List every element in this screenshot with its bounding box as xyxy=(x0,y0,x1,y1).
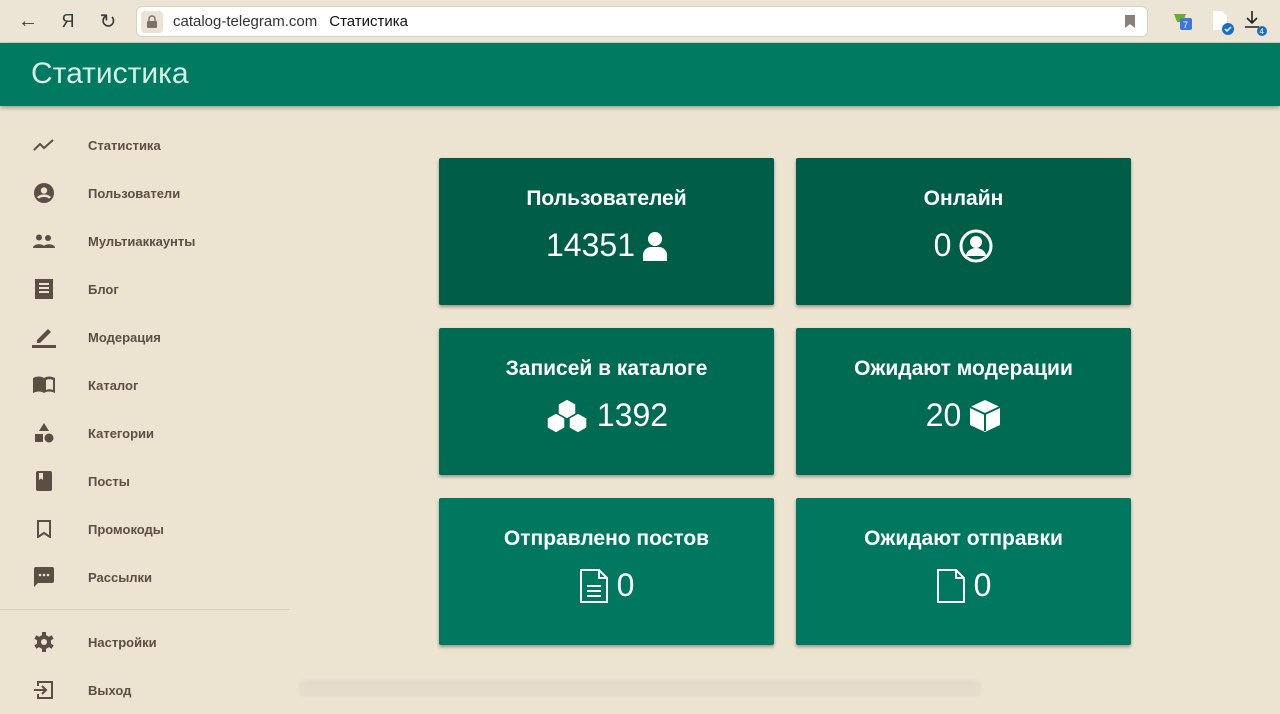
sidebar-item-categories[interactable]: Категории xyxy=(0,409,290,457)
downloads-icon[interactable]: 4 xyxy=(1244,10,1267,36)
svg-text:4: 4 xyxy=(1260,27,1265,36)
sidebar-item-label: Промокоды xyxy=(88,521,164,537)
sidebar-item-catalog[interactable]: Каталог xyxy=(0,361,290,409)
card-value: 0 xyxy=(933,227,952,263)
stat-card-users: Пользователей 14351 xyxy=(439,158,774,305)
card-value: 0 xyxy=(973,567,992,603)
cubes-icon xyxy=(546,397,588,434)
sidebar-item-label: Пользователи xyxy=(88,185,181,201)
card-title: Отправлено постов xyxy=(503,527,710,550)
sidebar-item-settings[interactable]: Настройки xyxy=(0,618,290,666)
sidebar-item-mailings[interactable]: Рассылки xyxy=(0,553,290,601)
sidebar-item-multiaccounts[interactable]: Мультиаккаунты xyxy=(0,217,290,265)
sidebar-item-logout[interactable]: Выход xyxy=(0,666,290,714)
gear-icon xyxy=(32,630,56,654)
lock-icon xyxy=(141,10,163,33)
edit-icon xyxy=(32,325,56,349)
file-text-icon xyxy=(579,568,608,603)
stat-card-online: Онлайн 0 xyxy=(796,158,1131,305)
sidebar-item-label: Блог xyxy=(88,281,119,297)
sidebar-item-promocodes[interactable]: Промокоды xyxy=(0,505,290,553)
reload-button[interactable]: ↻ xyxy=(94,7,122,35)
extension-icon[interactable]: 7 xyxy=(1172,10,1194,32)
back-button[interactable]: ← xyxy=(14,7,42,35)
footer-bar xyxy=(300,684,980,696)
file-icon xyxy=(936,568,965,603)
cube-icon xyxy=(969,399,1001,432)
book-icon xyxy=(32,469,56,493)
card-value: 14351 xyxy=(546,227,635,263)
sidebar-item-label: Настройки xyxy=(88,634,157,650)
page-title-text: Статистика xyxy=(329,13,409,30)
address-bar[interactable]: catalog-telegram.com Статистика xyxy=(136,6,1148,37)
sidebar-item-label: Рассылки xyxy=(88,569,153,585)
sidebar-item-users[interactable]: Пользователи xyxy=(0,169,290,217)
user-circle-icon xyxy=(959,229,993,262)
sidebar-item-label: Выход xyxy=(88,682,132,698)
yandex-button[interactable]: Я xyxy=(54,7,82,35)
receipt-icon xyxy=(32,277,56,301)
logout-icon xyxy=(32,678,56,702)
sidebar-item-statistics[interactable]: Статистика xyxy=(0,121,290,169)
sidebar-item-blog[interactable]: Блог xyxy=(0,265,290,313)
chat-icon xyxy=(32,565,56,589)
card-title: Записей в каталоге xyxy=(505,357,708,380)
stat-card-posts-sent: Отправлено постов 0 xyxy=(439,498,774,645)
sidebar-item-label: Посты xyxy=(88,473,130,489)
card-value: 0 xyxy=(616,567,635,603)
card-value: 20 xyxy=(925,397,962,433)
stat-card-awaiting-moderation: Ожидают модерации 20 xyxy=(796,328,1131,475)
app-header: Статистика xyxy=(0,43,1280,106)
sidebar-item-label: Модерация xyxy=(88,329,161,345)
sidebar-item-label: Мультиаккаунты xyxy=(88,233,196,249)
bookmark-outline-icon xyxy=(32,517,56,541)
sidebar-item-label: Категории xyxy=(88,425,155,441)
card-title: Онлайн xyxy=(923,187,1004,210)
sidebar-divider xyxy=(0,609,290,610)
trending-icon xyxy=(32,133,56,157)
stat-card-awaiting-sending: Ожидают отправки 0 xyxy=(796,498,1131,645)
user-icon xyxy=(642,231,667,261)
card-title: Ожидают модерации xyxy=(854,357,1073,380)
page-extension-icon[interactable] xyxy=(1212,10,1234,35)
browser-toolbar: ← Я ↻ catalog-telegram.com Статистика 7 … xyxy=(0,0,1280,43)
card-title: Пользователей xyxy=(526,187,687,210)
bookmark-icon[interactable] xyxy=(1125,15,1135,28)
sidebar-item-moderation[interactable]: Модерация xyxy=(0,313,290,361)
people-icon xyxy=(32,229,56,253)
card-title: Ожидают отправки xyxy=(864,527,1063,550)
url-text: catalog-telegram.com xyxy=(173,13,318,30)
category-icon xyxy=(32,421,56,445)
card-value: 1392 xyxy=(596,397,669,433)
stat-card-catalog-entries: Записей в каталоге 1392 xyxy=(439,328,774,475)
sidebar-item-posts[interactable]: Посты xyxy=(0,457,290,505)
book-open-icon xyxy=(32,373,56,397)
app-title: Статистика xyxy=(31,57,189,90)
sidebar-item-label: Статистика xyxy=(88,137,161,153)
sidebar: Статистика Пользователи Мультиаккаунты Б… xyxy=(0,121,290,714)
svg-text:7: 7 xyxy=(1183,20,1188,30)
account-circle-icon xyxy=(32,181,56,205)
sidebar-item-label: Каталог xyxy=(88,377,139,393)
